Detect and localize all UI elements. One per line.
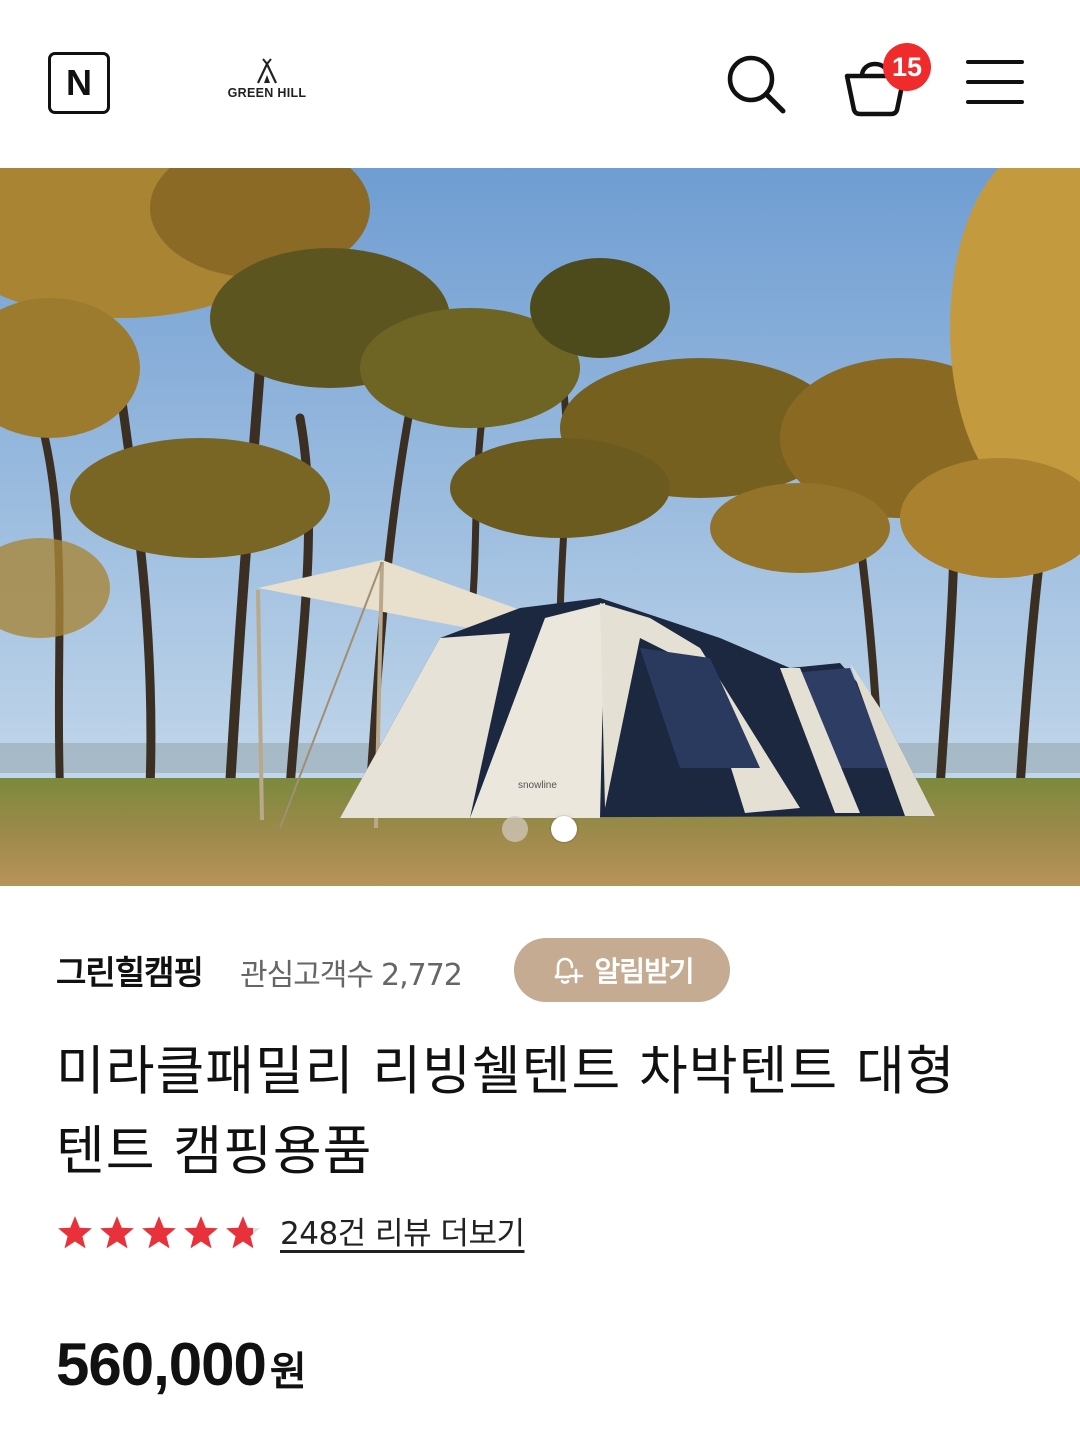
naver-n-label: N — [66, 62, 92, 103]
store-name[interactable]: 그린힐캠핑 — [56, 946, 204, 994]
cart-count-badge: 15 — [883, 43, 931, 91]
search-icon — [727, 55, 786, 114]
rating-stars — [56, 1212, 262, 1252]
price: 560,000 원 — [56, 1330, 307, 1399]
menu-icon-line — [966, 100, 1024, 104]
tent-brand-print: snowline — [518, 780, 557, 791]
product-title-line-2: 텐트 캠핑용품 — [56, 1121, 373, 1182]
search-button[interactable] — [724, 52, 788, 116]
product-page: N GREEN HILL 15 snowline 그린힐캠핑 관심고객수 2,7… — [0, 0, 1080, 1451]
price-currency: 원 — [269, 1349, 307, 1395]
menu-icon-line — [966, 80, 1024, 84]
tent-product-photo: snowline — [0, 168, 1080, 886]
star-icon — [100, 1216, 134, 1249]
carousel-dot-2[interactable] — [551, 816, 577, 842]
review-link[interactable]: 248건 리뷰 더보기 — [280, 1208, 525, 1253]
product-image-carousel[interactable]: snowline — [0, 168, 1080, 886]
top-header: N GREEN HILL 15 — [0, 0, 1080, 168]
menu-button[interactable] — [966, 58, 1026, 108]
menu-icon-line — [966, 60, 1024, 64]
followers-label: 관심고객수 — [240, 958, 374, 993]
price-value: 560,000 — [56, 1331, 267, 1398]
star-icon — [142, 1216, 176, 1249]
logo-text: GREEN HILL — [227, 86, 307, 100]
star-icon — [184, 1216, 218, 1249]
naver-home-button[interactable]: N — [48, 52, 110, 114]
product-title: 미라클패밀리 리빙쉘텐트 차박텐트 대형 텐트 캠핑용품 — [56, 1032, 1036, 1192]
notify-label: 알림받기 — [594, 955, 694, 988]
tent-logo-icon — [257, 58, 277, 84]
star-icon — [58, 1216, 92, 1249]
bell-plus-icon — [555, 957, 584, 984]
followers-count: 2,772 — [381, 958, 463, 993]
follower-count: 관심고객수 2,772 — [240, 950, 463, 994]
notify-button[interactable]: 알림받기 — [514, 938, 730, 1002]
store-logo[interactable]: GREEN HILL — [226, 58, 308, 110]
product-title-line-1: 미라클패밀리 리빙쉘텐트 차박텐트 대형 — [56, 1041, 956, 1102]
star-icon — [226, 1216, 260, 1249]
carousel-dot-1[interactable] — [502, 816, 528, 842]
